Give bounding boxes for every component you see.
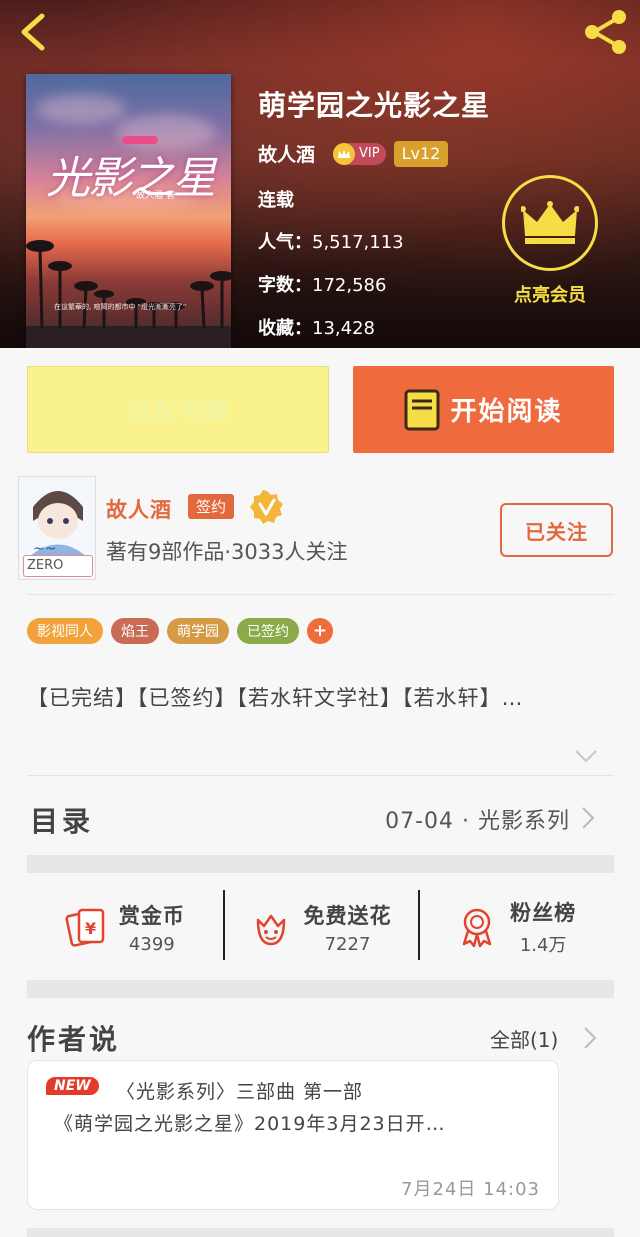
tag-chip[interactable]: 焰王 (111, 618, 159, 644)
cover-blurb: 在這繁華的, 喧鬧的都市中 "燈光漸漸亮了" (54, 303, 187, 311)
book-cover[interactable]: 光影之星 故人酒 著 在這繁華的, 喧鬧的都市中 "燈光漸漸亮了" (26, 74, 231, 348)
book-header: 光影之星 故人酒 著 在這繁華的, 喧鬧的都市中 "燈光漸漸亮了" 萌学园之光影… (0, 0, 640, 348)
cover-author: 故人酒 著 (136, 191, 175, 201)
author-says-label: 作者说 (27, 1023, 121, 1056)
add-tag-button[interactable]: + (307, 618, 333, 644)
palm-trees-silhouette (26, 240, 231, 348)
book-title: 萌学园之光影之星 (258, 89, 491, 122)
share-button[interactable] (582, 8, 630, 56)
flower-icon (256, 914, 285, 946)
crown-icon (521, 201, 579, 244)
reward-coin-icon: ¥ (65, 908, 105, 947)
favorites-stat: 收藏：13,428 (258, 314, 375, 340)
tag-chip[interactable]: 萌学园 (167, 618, 229, 644)
author-says-all-link[interactable]: 全部(1) (490, 1024, 558, 1053)
author-post-card[interactable]: NEW 〈光影系列〉三部曲 第一部 《萌学园之光影之星》2019年3月23日开…… (27, 1060, 559, 1210)
free-flower-value: 7227 (324, 933, 371, 955)
signed-badge: 签约 (188, 494, 235, 519)
reward-coin-title: 赏金币 (118, 903, 185, 928)
start-reading-label: 开始阅读 (450, 397, 563, 427)
section-separator (27, 980, 614, 998)
popularity-label: 人气： (258, 232, 312, 253)
popularity-stat: 人气：5,517,113 (258, 228, 404, 254)
followed-button[interactable]: 已关注 (500, 503, 613, 557)
free-flower-title: 免费送花 (303, 903, 392, 928)
tag-chip[interactable]: 影视同人 (27, 618, 103, 644)
new-badge: NEW (46, 1077, 99, 1095)
favorites-value: 13,428 (312, 318, 375, 339)
vip-badge: VIP (333, 142, 386, 165)
author-row: 故人酒 VIP Lv12 (258, 140, 449, 167)
author-name[interactable]: 故人酒 (106, 494, 172, 524)
chevron-right-icon[interactable] (582, 1026, 598, 1050)
header-author-name[interactable]: 故人酒 (258, 140, 315, 167)
free-flower-stat[interactable]: 免费送花 7227 (222, 890, 419, 964)
word-count-stat: 字数：172,586 (258, 271, 386, 297)
section-separator (27, 1228, 614, 1237)
level-badge: Lv12 (393, 140, 449, 167)
author-avatar[interactable]: ~~ ZERO (18, 476, 96, 580)
tag-chip[interactable]: 已签约 (237, 618, 299, 644)
verified-badge-icon (250, 490, 284, 524)
reward-coin-value: 4399 (128, 933, 175, 955)
in-bookshelf-button[interactable]: 已在书架 (27, 366, 329, 453)
serial-status: 连载 (258, 190, 294, 211)
share-icon (585, 10, 626, 54)
light-up-member-button[interactable]: 点亮会员 (500, 175, 600, 310)
svg-text:¥: ¥ (85, 919, 96, 938)
fan-rank-title: 粉丝榜 (510, 901, 577, 925)
tag-list: 影视同人 焰王 萌学园 已签约 + (27, 618, 333, 644)
catalog-label[interactable]: 目录 (30, 800, 94, 840)
post-excerpt: 《萌学园之光影之星》2019年3月23日开… (54, 1113, 446, 1135)
back-button[interactable] (14, 10, 54, 54)
popularity-value: 5,517,113 (312, 232, 404, 253)
divider (27, 594, 614, 595)
member-crown-circle (502, 175, 598, 271)
cover-title: 光影之星 (46, 153, 216, 204)
chevron-down-icon[interactable] (574, 748, 598, 764)
post-timestamp: 7月24日 14:03 (401, 1179, 540, 1200)
member-label: 点亮会员 (514, 285, 586, 306)
vip-label: VIP (359, 146, 380, 161)
favorites-label: 收藏： (258, 318, 312, 339)
avatar-caption: ZERO (23, 555, 93, 577)
book-description[interactable]: 【已完结】【已签约】【若水轩文学社】【若水轩】… (27, 682, 607, 714)
reward-coin-stat[interactable]: ¥ 赏金币 4399 (27, 890, 223, 964)
engagement-stats: ¥ 赏金币 4399 免费送花 7227 粉丝榜 1.4万 (27, 890, 614, 964)
post-title: 〈光影系列〉三部曲 第一部 (116, 1081, 364, 1103)
fan-rank-value: 1.4万 (519, 935, 567, 956)
fan-rank-stat[interactable]: 粉丝榜 1.4万 (418, 890, 614, 964)
word-count-label: 字数： (258, 275, 312, 296)
back-arrow-icon (21, 13, 45, 51)
chevron-right-icon[interactable] (580, 806, 596, 830)
divider (27, 775, 614, 776)
section-separator (27, 855, 614, 873)
author-works-followers: 著有9部作品·3033人关注 (106, 540, 348, 564)
vip-crown-icon (333, 142, 356, 165)
word-count-value: 172,586 (312, 275, 387, 296)
medal-icon (462, 908, 492, 948)
latest-chapter[interactable]: 07-04 · 光影系列 (385, 803, 570, 835)
book-icon (404, 389, 440, 430)
start-reading-button[interactable]: 开始阅读 (353, 366, 614, 453)
